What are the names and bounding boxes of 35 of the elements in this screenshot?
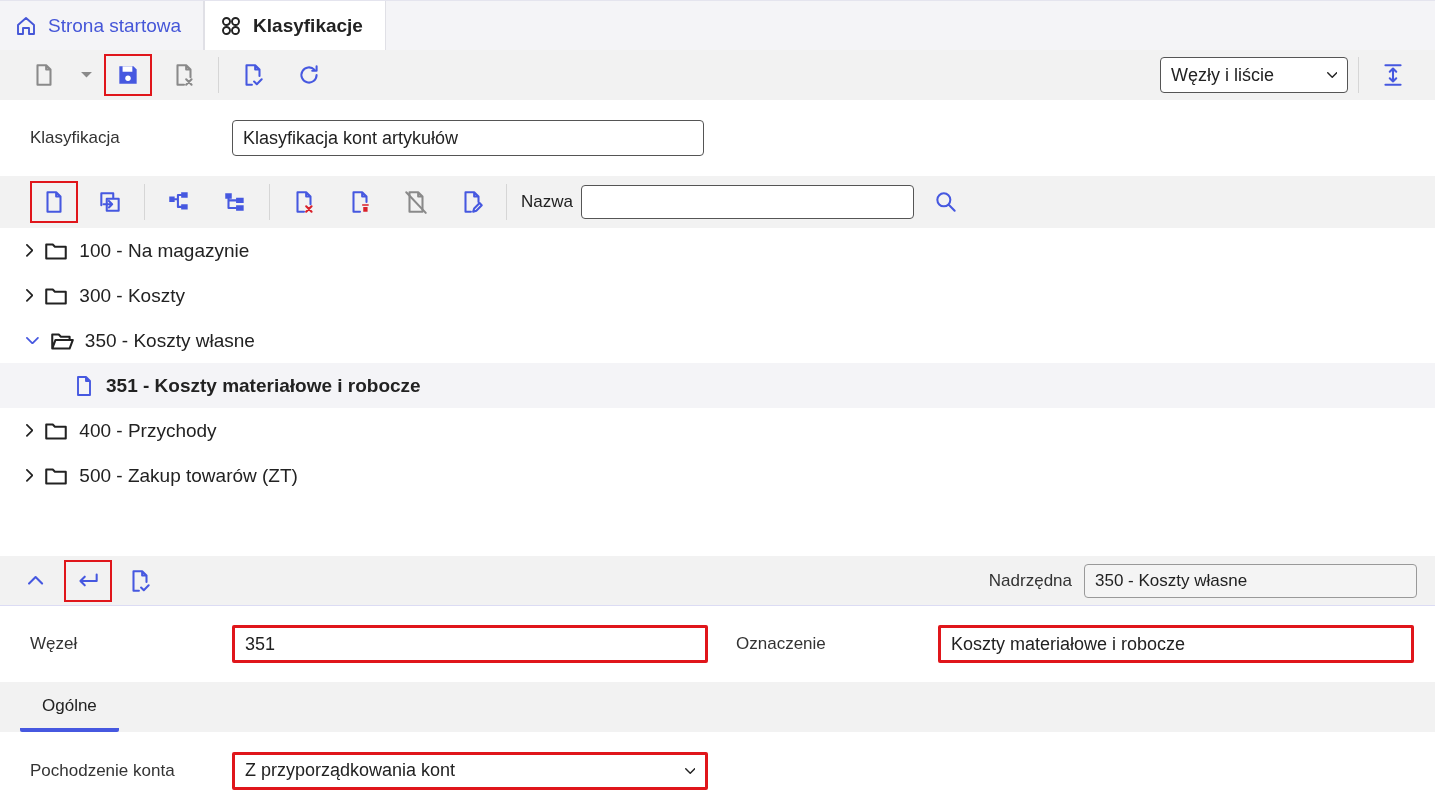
- tree-item[interactable]: 100 - Na magazynie: [0, 228, 1435, 273]
- field-label: Oznaczenie: [736, 634, 827, 654]
- search-field[interactable]: [580, 185, 914, 219]
- tree-item[interactable]: 400 - Przychody: [0, 408, 1435, 453]
- text-field[interactable]: Koszty materiałowe i robocze: [938, 625, 1414, 663]
- chevron-right-icon: [26, 244, 34, 257]
- field-label: Klasyfikacja: [30, 128, 121, 148]
- parent-field: 350 - Koszty własne: [1084, 563, 1417, 598]
- field-label: Węzeł: [30, 634, 79, 654]
- origin-select[interactable]: Z przyporządkowania kont: [232, 751, 708, 790]
- chevron-down-icon: [684, 767, 695, 774]
- save-button[interactable]: [104, 54, 152, 96]
- chevron-right-icon: [26, 289, 34, 302]
- view-select[interactable]: Węzły i liście: [1160, 57, 1348, 93]
- copy-arrow-icon: [97, 189, 123, 215]
- tab[interactable]: Ogólne: [20, 696, 119, 732]
- chevron-down-icon: [26, 336, 39, 345]
- new-document-button[interactable]: [30, 181, 78, 223]
- tree-item[interactable]: 300 - Koszty: [0, 273, 1435, 318]
- text-field[interactable]: 351: [232, 625, 708, 663]
- caret-icon: [79, 71, 93, 79]
- document-crossed-icon: [403, 189, 429, 215]
- classification-field[interactable]: Klasyfikacja kont artykułów: [232, 120, 704, 156]
- chevron-down-icon: [1326, 72, 1337, 78]
- tree-item[interactable]: 350 - Koszty własne: [0, 318, 1435, 363]
- chevron-up-icon: [28, 576, 44, 585]
- field-label: Pochodzenie konta: [30, 760, 176, 781]
- chevron-right-icon: [26, 469, 34, 482]
- tree-item[interactable]: 351 - Koszty materiałowe i robocze: [0, 363, 1435, 408]
- tree-item[interactable]: 500 - Zakup towarów (ZT): [0, 453, 1435, 498]
- tab[interactable]: Klasyfikacje: [204, 1, 386, 50]
- search-label: Nazwa: [521, 192, 573, 212]
- chevron-right-icon: [26, 424, 34, 437]
- return-arrow-button[interactable]: [64, 559, 112, 602]
- field-label: Nadrzędna: [988, 570, 1072, 591]
